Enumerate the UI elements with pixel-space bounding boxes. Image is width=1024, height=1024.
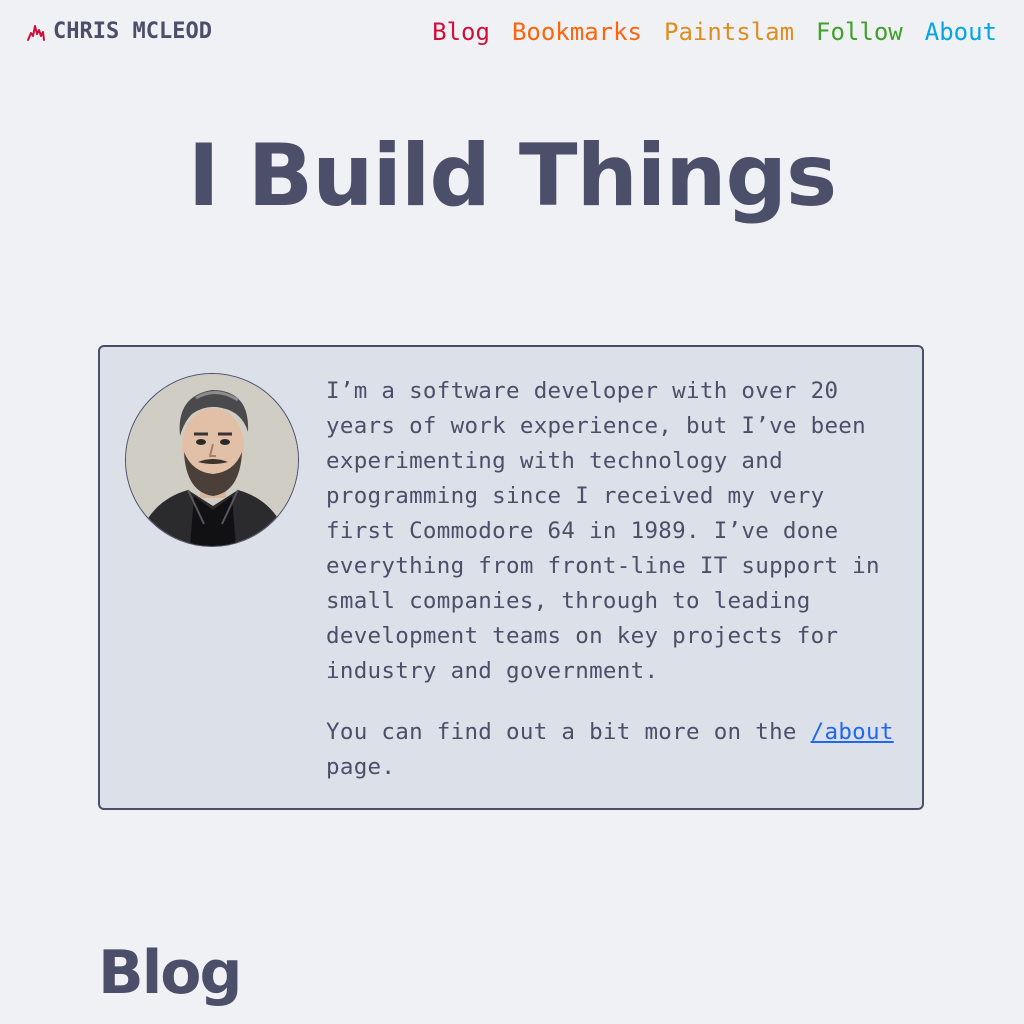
about-link[interactable]: /about bbox=[811, 719, 894, 745]
intro-paragraph: I’m a software developer with over 20 ye… bbox=[326, 378, 880, 684]
hero-title: I Build Things bbox=[187, 126, 838, 226]
nav-link-paintslam[interactable]: Paintslam bbox=[664, 17, 794, 47]
site-logo[interactable]: CHRIS MCLEOD bbox=[26, 19, 212, 44]
nav-link-bookmarks[interactable]: Bookmarks bbox=[512, 17, 642, 47]
intro-text: I’m a software developer with over 20 ye… bbox=[326, 374, 906, 811]
intro-card: I’m a software developer with over 20 ye… bbox=[98, 345, 924, 810]
site-header: CHRIS MCLEOD Blog Bookmarks Paintslam Fo… bbox=[0, 0, 1024, 64]
nav-link-about[interactable]: About bbox=[925, 17, 997, 47]
nav-link-blog[interactable]: Blog bbox=[432, 17, 490, 47]
blog-section-title: Blog bbox=[98, 938, 242, 1008]
site-name: CHRIS MCLEOD bbox=[53, 19, 212, 44]
nav-link-follow[interactable]: Follow bbox=[816, 17, 903, 47]
flame-icon bbox=[26, 22, 46, 42]
avatar bbox=[125, 373, 299, 547]
about-paragraph-suffix: page. bbox=[326, 754, 396, 780]
about-paragraph-prefix: You can find out a bit more on the bbox=[326, 719, 811, 745]
about-paragraph: You can find out a bit more on the /abou… bbox=[326, 715, 906, 785]
main-nav: Blog Bookmarks Paintslam Follow About bbox=[432, 17, 997, 47]
